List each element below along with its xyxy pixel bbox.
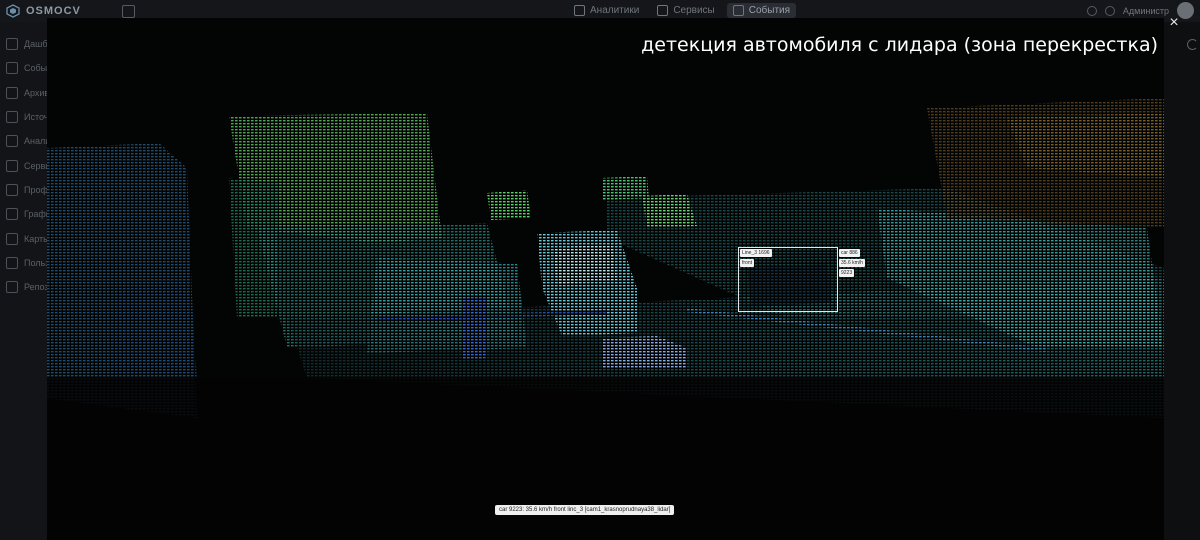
repository-icon: [6, 281, 18, 294]
sources-icon: [6, 111, 18, 124]
sidebar-item-services[interactable]: Серви: [0, 153, 47, 177]
detection-direction-tag: front: [740, 259, 755, 267]
services-icon: [657, 5, 669, 16]
sidebar-item-users[interactable]: Польз: [0, 251, 47, 275]
tab-label: События: [748, 5, 791, 16]
services-icon: [6, 159, 18, 172]
sidebar-item-sources[interactable]: Источ: [0, 105, 47, 129]
settings-icon[interactable]: [1086, 5, 1097, 16]
detection-id-tag: 9223: [839, 269, 855, 277]
sidebar-item-label: Карты: [24, 233, 47, 244]
sidebar-item-maps[interactable]: Карты: [0, 226, 47, 250]
lidar-viewer: детекция автомобиля с лидара (зона перек…: [47, 18, 1164, 540]
sidebar-item-label: Польз: [24, 257, 47, 268]
sidebar-item-analytics[interactable]: Анали: [0, 129, 47, 153]
sidebar: Дашб Событ Архив Источ Анали Серви Профи…: [0, 22, 47, 540]
top-tabs: Аналитики Сервисы События: [568, 3, 797, 18]
sidebar-item-label: Источ: [24, 112, 47, 123]
sidebar-item-label: Графи: [24, 209, 47, 220]
brand-logo-icon: [6, 4, 20, 18]
sidebar-item-label: Репоз: [24, 282, 47, 293]
sidebar-item-graphs[interactable]: Графи: [0, 202, 47, 226]
sidebar-item-events[interactable]: Событ: [0, 56, 47, 80]
events-icon: [6, 62, 18, 75]
map-icon: [6, 232, 18, 245]
brand[interactable]: OSMOCV: [6, 4, 81, 18]
detection-class-tag: car 886: [839, 249, 860, 257]
sidebar-collapse-icon[interactable]: [122, 5, 135, 18]
tab-events[interactable]: События: [726, 3, 797, 18]
analytics-icon: [6, 135, 18, 148]
tab-services[interactable]: Сервисы: [651, 3, 720, 18]
tab-analytics[interactable]: Аналитики: [568, 3, 645, 18]
detection-speed-tag: 35.6 km/h: [839, 259, 865, 267]
notifications-icon[interactable]: [1104, 5, 1115, 16]
detection-line-tag: Line_3 1696: [740, 249, 772, 257]
events-icon: [732, 5, 744, 16]
dashboard-icon: [6, 38, 18, 51]
analytics-icon: [574, 5, 585, 16]
refresh-icon[interactable]: [1187, 39, 1198, 50]
sidebar-item-repository[interactable]: Репоз: [0, 275, 47, 299]
sidebar-item-label: Архив: [24, 87, 47, 98]
user-name[interactable]: Администр: [1123, 6, 1169, 16]
point-cloud-image: [47, 98, 1164, 540]
sidebar-item-label: Серви: [24, 160, 47, 171]
close-icon[interactable]: ×: [1166, 14, 1182, 32]
profile-icon: [6, 183, 18, 196]
sidebar-item-label: Событ: [24, 63, 47, 74]
sidebar-item-label: Дашб: [24, 39, 47, 50]
sidebar-item-archive[interactable]: Архив: [0, 81, 47, 105]
graph-icon: [6, 208, 18, 221]
tab-label: Аналитики: [590, 5, 640, 16]
detection-status-caption: car 9223: 35.6 km/h front linc_3 [cam1_k…: [495, 505, 675, 515]
tab-label: Сервисы: [673, 5, 715, 16]
right-gutter: [1164, 22, 1200, 540]
sidebar-item-label: Профи: [24, 184, 47, 195]
sidebar-item-dashboard[interactable]: Дашб: [0, 32, 47, 56]
sidebar-item-label: Анали: [24, 136, 47, 147]
archive-icon: [6, 86, 18, 99]
users-icon: [6, 256, 18, 269]
viewer-title: детекция автомобиля с лидара (зона перек…: [641, 34, 1158, 56]
brand-name: OSMOCV: [26, 5, 81, 17]
sidebar-item-profiles[interactable]: Профи: [0, 178, 47, 202]
